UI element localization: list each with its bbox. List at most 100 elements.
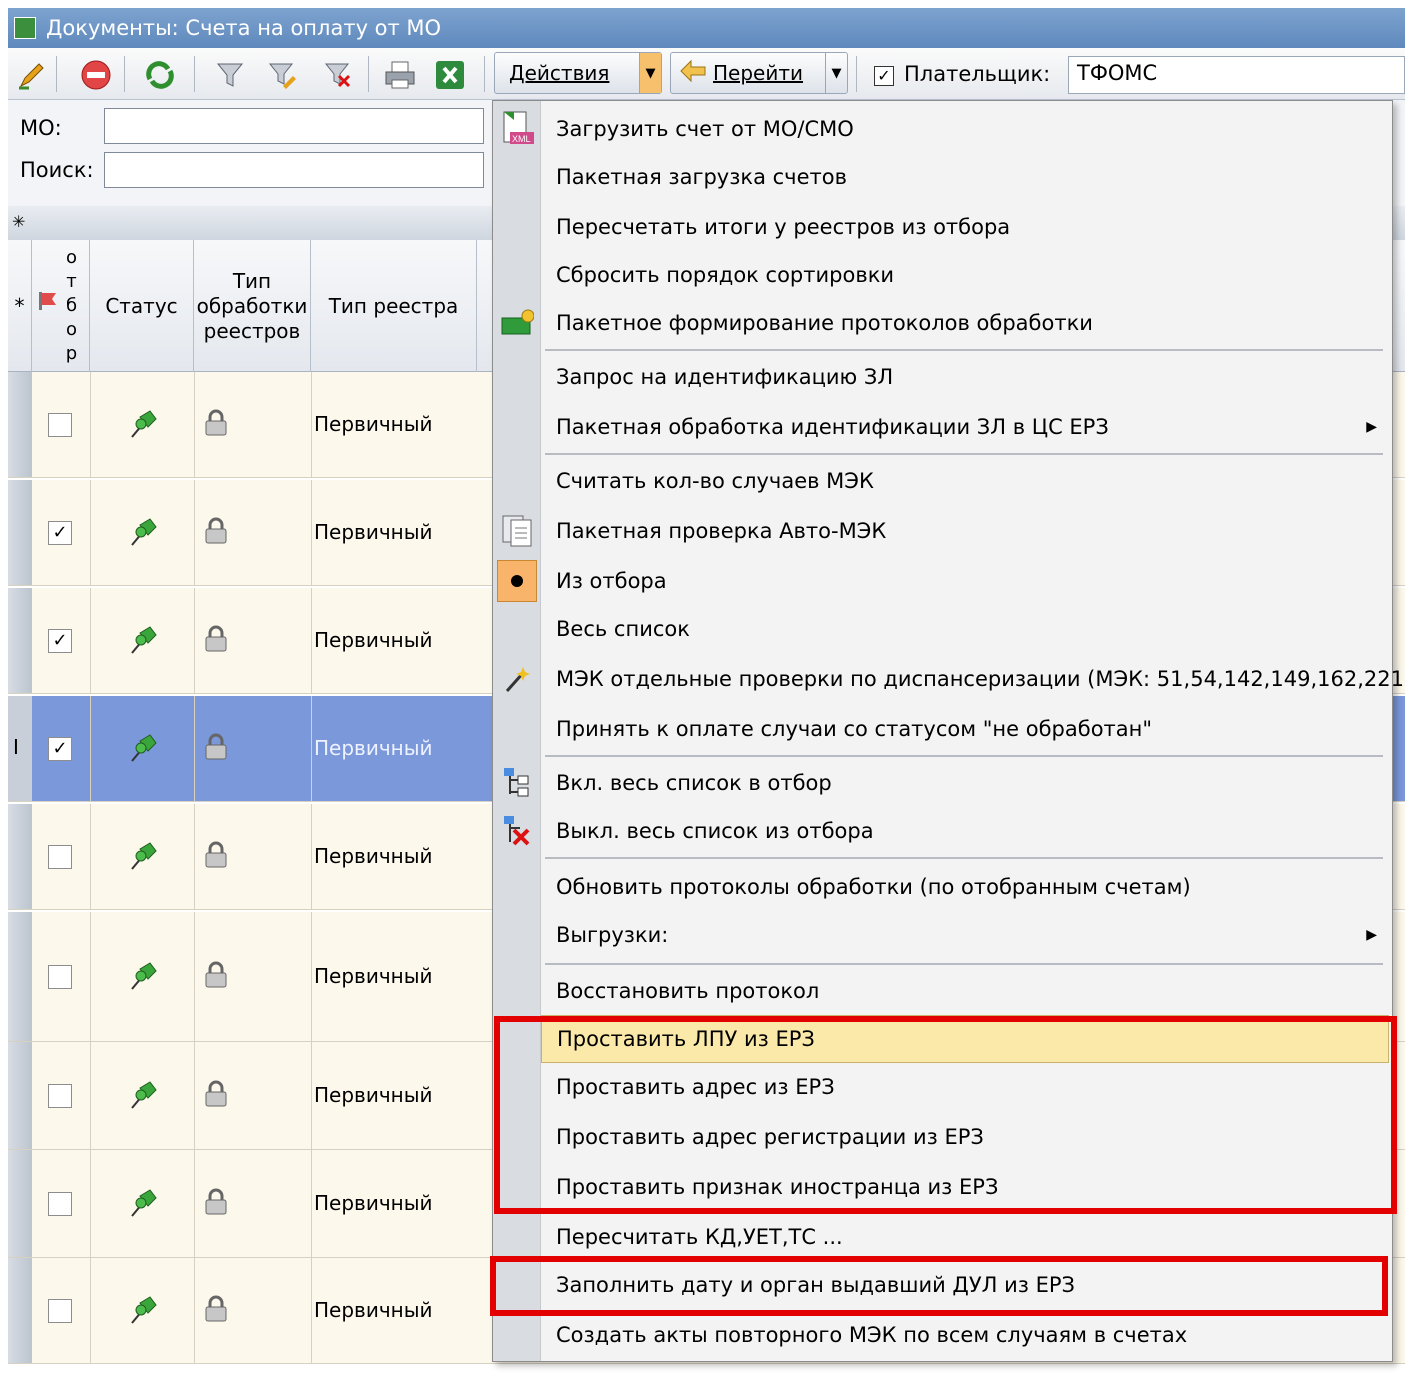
- menu-item[interactable]: Из отбора: [541, 557, 1389, 605]
- column-processing-type[interactable]: Тип обработки реестров: [194, 240, 311, 372]
- menu-item-label: Сбросить порядок сортировки: [556, 263, 895, 287]
- row-filter-checkbox[interactable]: [48, 413, 72, 437]
- menu-item[interactable]: Восстановить протокол: [541, 967, 1389, 1015]
- menu-item-label: Выкл. весь список из отбора: [556, 819, 874, 843]
- pin-icon: [126, 959, 160, 993]
- registry-type-cell: Первичный: [314, 412, 433, 436]
- menu-item-label: Запрос на идентификацию ЗЛ: [556, 365, 894, 389]
- goto-dropdown-button[interactable]: Перейти ▼: [670, 52, 848, 94]
- tree-include-icon: [499, 763, 535, 803]
- chevron-down-icon[interactable]: ▼: [825, 53, 847, 93]
- menu-separator: [545, 857, 1383, 859]
- refresh-icon[interactable]: [142, 58, 178, 92]
- menu-item-label: Пересчетать итоги у реестров из отбора: [556, 215, 1011, 239]
- menu-item[interactable]: МЭК отдельные проверки по диспансеризаци…: [541, 655, 1405, 703]
- row-filter-checkbox[interactable]: [48, 845, 72, 869]
- goto-label: Перейти: [713, 61, 803, 85]
- menu-item[interactable]: Пакетная загрузка счетов: [541, 153, 1389, 201]
- column-registry-type[interactable]: Тип реестра: [311, 240, 477, 372]
- row-filter-checkbox[interactable]: ✓: [48, 521, 72, 545]
- window-title: Документы: Счета на оплату от МО: [46, 16, 442, 40]
- filter-edit-icon[interactable]: [264, 58, 300, 92]
- column-status[interactable]: Статус: [90, 240, 194, 372]
- window-title-bar: Документы: Счета на оплату от МО: [8, 8, 1405, 48]
- menu-item[interactable]: Создать акты повторного МЭК по всем случ…: [541, 1311, 1389, 1359]
- row-filter-checkbox[interactable]: [48, 1299, 72, 1323]
- submenu-arrow-icon: ▶: [1366, 927, 1377, 943]
- lock-icon: [204, 1188, 228, 1216]
- lock-icon: [204, 733, 228, 761]
- pin-icon: [126, 407, 160, 441]
- menu-item-label: Принять к оплате случаи со статусом "не …: [556, 717, 1153, 741]
- payer-label: Плательщик:: [904, 62, 1051, 86]
- menu-item[interactable]: Пересчитать КД,УЕТ,ТС ...: [541, 1213, 1389, 1261]
- lock-icon: [204, 841, 228, 869]
- edit-icon[interactable]: [14, 58, 50, 92]
- money-icon: [499, 303, 535, 343]
- col-filter-letter: о: [65, 319, 77, 340]
- filter-icon[interactable]: [212, 58, 248, 92]
- row-selector[interactable]: [8, 1150, 32, 1257]
- current-row-indicator: I: [13, 735, 19, 759]
- menu-item[interactable]: Принять к оплате случаи со статусом "не …: [541, 705, 1389, 753]
- mo-input[interactable]: [104, 108, 484, 144]
- mo-label: МО:: [20, 116, 62, 140]
- lock-icon: [204, 409, 228, 437]
- row-filter-checkbox[interactable]: [48, 1192, 72, 1216]
- col-processing-line: реестров: [203, 318, 301, 343]
- menu-item-label: Считать кол-во случаев МЭК: [556, 469, 874, 493]
- menu-item-label: Выгрузки:: [556, 923, 669, 947]
- pin-icon: [126, 839, 160, 873]
- menu-item[interactable]: Пересчетать итоги у реестров из отбора: [541, 203, 1389, 251]
- filter-clear-icon[interactable]: [320, 58, 356, 92]
- registry-type-cell: Первичный: [314, 520, 433, 544]
- menu-item[interactable]: Загрузить счет от МО/СМО: [541, 105, 1389, 153]
- menu-item[interactable]: Обновить протоколы обработки (по отобран…: [541, 863, 1389, 911]
- highlight-box: [494, 1016, 1397, 1214]
- payer-input[interactable]: ТФОМС: [1068, 56, 1405, 94]
- print-icon[interactable]: [382, 58, 418, 92]
- col-filter-letter: р: [65, 343, 78, 364]
- menu-item[interactable]: Сбросить порядок сортировки: [541, 251, 1389, 299]
- row-selector[interactable]: [8, 1258, 32, 1363]
- row-filter-checkbox[interactable]: ✓: [48, 737, 72, 761]
- row-filter-checkbox[interactable]: [48, 965, 72, 989]
- menu-item[interactable]: Выгрузки: ▶: [541, 911, 1389, 959]
- stop-icon[interactable]: [78, 58, 114, 92]
- menu-separator: [545, 453, 1383, 455]
- excel-icon[interactable]: [432, 58, 468, 92]
- menu-item[interactable]: Считать кол-во случаев МЭК: [541, 457, 1389, 505]
- menu-item-label: МЭК отдельные проверки по диспансеризаци…: [556, 667, 1405, 691]
- menu-item[interactable]: Вкл. весь список в отбор: [541, 759, 1389, 807]
- column-filter[interactable]: о т б о р: [32, 240, 90, 372]
- menu-item[interactable]: Пакетная проверка Авто-МЭК: [541, 507, 1389, 555]
- payer-checkbox[interactable]: ✓: [874, 66, 894, 86]
- menu-separator: [545, 349, 1383, 351]
- menu-separator: [545, 963, 1383, 965]
- row-selector[interactable]: [8, 1042, 32, 1149]
- row-indicator-header: *: [8, 240, 32, 372]
- col-filter-letter: т: [66, 271, 77, 292]
- menu-item[interactable]: Пакетное формирование протоколов обработ…: [541, 299, 1389, 347]
- menu-item[interactable]: Весь список: [541, 605, 1389, 653]
- chevron-down-icon[interactable]: ▼: [639, 53, 661, 93]
- menu-item-label: Восстановить протокол: [556, 979, 820, 1003]
- menu-item[interactable]: Пакетная обработка идентификации ЗЛ в ЦС…: [541, 403, 1389, 451]
- row-selector[interactable]: [8, 480, 32, 585]
- menu-item-label: Пересчитать КД,УЕТ,ТС ...: [556, 1225, 843, 1249]
- search-input[interactable]: [104, 152, 484, 188]
- row-selector[interactable]: [8, 588, 32, 693]
- pin-icon: [126, 1293, 160, 1327]
- row-filter-checkbox[interactable]: ✓: [48, 629, 72, 653]
- menu-item[interactable]: Запрос на идентификацию ЗЛ: [541, 353, 1389, 401]
- registry-type-cell: Первичный: [314, 844, 433, 868]
- actions-dropdown-button[interactable]: Действия ▼: [494, 52, 662, 94]
- menu-item[interactable]: Выкл. весь список из отбора: [541, 807, 1389, 855]
- row-filter-checkbox[interactable]: [48, 1084, 72, 1108]
- row-selector[interactable]: [8, 912, 32, 1041]
- row-selector[interactable]: [8, 372, 32, 477]
- menu-separator: [545, 755, 1383, 757]
- row-selector[interactable]: [8, 804, 32, 909]
- row-selector[interactable]: [8, 696, 32, 801]
- highlight-box: [490, 1256, 1388, 1316]
